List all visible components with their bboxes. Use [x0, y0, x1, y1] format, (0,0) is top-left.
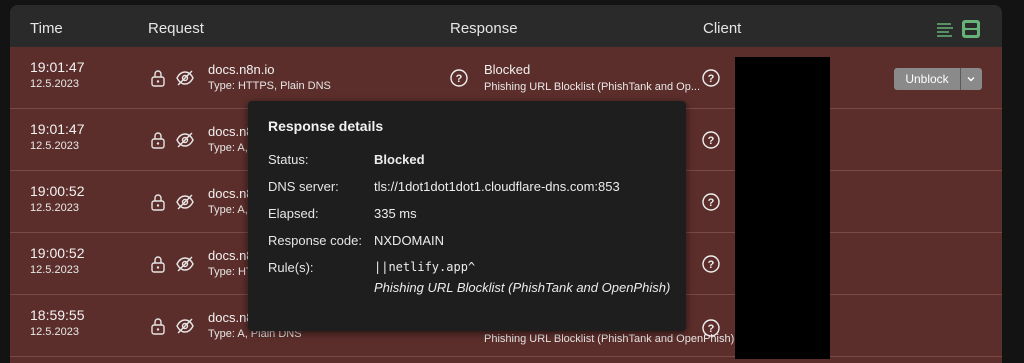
response-code-label: Response code:	[268, 233, 362, 248]
svg-text:?: ?	[708, 135, 715, 147]
row-time: 18:59:55	[30, 307, 85, 323]
eye-off-icon	[176, 194, 194, 210]
question-icon[interactable]: ?	[702, 193, 720, 211]
row-time: 19:01:47	[30, 59, 85, 75]
row-domain[interactable]: docs.n8	[208, 124, 254, 139]
header-time: Time	[30, 20, 63, 37]
eye-off-icon	[176, 132, 194, 148]
eye-off-icon	[176, 318, 194, 334]
svg-text:?: ?	[708, 323, 715, 335]
dns-server-label: DNS server:	[268, 179, 339, 194]
lock-icon	[151, 256, 165, 273]
row-domain[interactable]: docs.n8	[208, 186, 254, 201]
question-icon[interactable]: ?	[702, 131, 720, 149]
row-date: 12.5.2023	[30, 264, 79, 276]
row-date: 12.5.2023	[30, 140, 79, 152]
lock-icon	[151, 194, 165, 211]
row-type: Type: A,	[208, 204, 248, 216]
question-icon[interactable]: ?	[702, 255, 720, 273]
rules-label: Rule(s):	[268, 260, 314, 275]
svg-text:?: ?	[708, 259, 715, 271]
elapsed-label: Elapsed:	[268, 206, 319, 221]
svg-text:?: ?	[708, 197, 715, 209]
question-icon[interactable]: ?	[702, 319, 720, 337]
dns-server-value: tls://1dot1dot1dot1.cloudflare-dns.com:8…	[374, 179, 620, 194]
svg-text:?: ?	[456, 73, 463, 85]
row-time: 19:00:52	[30, 245, 85, 261]
header-request: Request	[148, 20, 204, 37]
unblock-button[interactable]: Unblock	[894, 68, 982, 90]
unblock-label[interactable]: Unblock	[894, 72, 960, 86]
row-date: 12.5.2023	[30, 202, 79, 214]
lock-icon	[151, 132, 165, 149]
row-domain[interactable]: docs.n8	[208, 248, 254, 263]
status-label: Status:	[268, 152, 309, 167]
card-view-icon[interactable]	[961, 19, 981, 39]
row-status: Blocked	[484, 62, 531, 77]
question-icon[interactable]: ?	[702, 69, 720, 87]
rule-list-name: Phishing URL Blocklist (PhishTank and Op…	[374, 280, 671, 295]
lock-icon	[151, 318, 165, 335]
row-date: 12.5.2023	[30, 78, 79, 90]
header-response: Response	[450, 20, 518, 37]
question-icon[interactable]: ?	[450, 69, 468, 87]
table-row[interactable]: 19:01:47 12.5.2023 docs.n8n.io Type: HTT…	[10, 47, 1002, 109]
elapsed-value: 335 ms	[374, 206, 417, 221]
row-blocklist: Phishing URL Blocklist (PhishTank and Op…	[484, 81, 701, 93]
table-header: Time Request Response Client	[10, 5, 1002, 47]
svg-text:?: ?	[708, 73, 715, 85]
client-redacted-block	[735, 57, 830, 359]
eye-off-icon	[176, 70, 194, 86]
row-type: Type: A,	[208, 142, 248, 154]
row-domain[interactable]: docs.n8n.io	[208, 62, 275, 77]
list-view-icon[interactable]	[935, 19, 955, 39]
eye-off-icon	[176, 256, 194, 272]
tooltip-title: Response details	[268, 118, 384, 134]
rule-text: ||netlify.app^	[374, 260, 476, 274]
row-domain[interactable]: docs.n8	[208, 310, 254, 325]
response-details-tooltip: Response details Status: Blocked DNS ser…	[248, 101, 686, 331]
status-value: Blocked	[374, 152, 425, 167]
row-time: 19:01:47	[30, 121, 85, 137]
lock-icon	[151, 70, 165, 87]
chevron-down-icon[interactable]	[965, 73, 977, 85]
unblock-divider	[960, 68, 961, 90]
row-blocklist: Phishing URL Blocklist (PhishTank and Op…	[484, 333, 735, 345]
row-type: Type: HTTPS, Plain DNS	[208, 80, 331, 92]
row-date: 12.5.2023	[30, 326, 79, 338]
response-code-value: NXDOMAIN	[374, 233, 445, 248]
row-time: 19:00:52	[30, 183, 85, 199]
header-client: Client	[703, 20, 742, 37]
